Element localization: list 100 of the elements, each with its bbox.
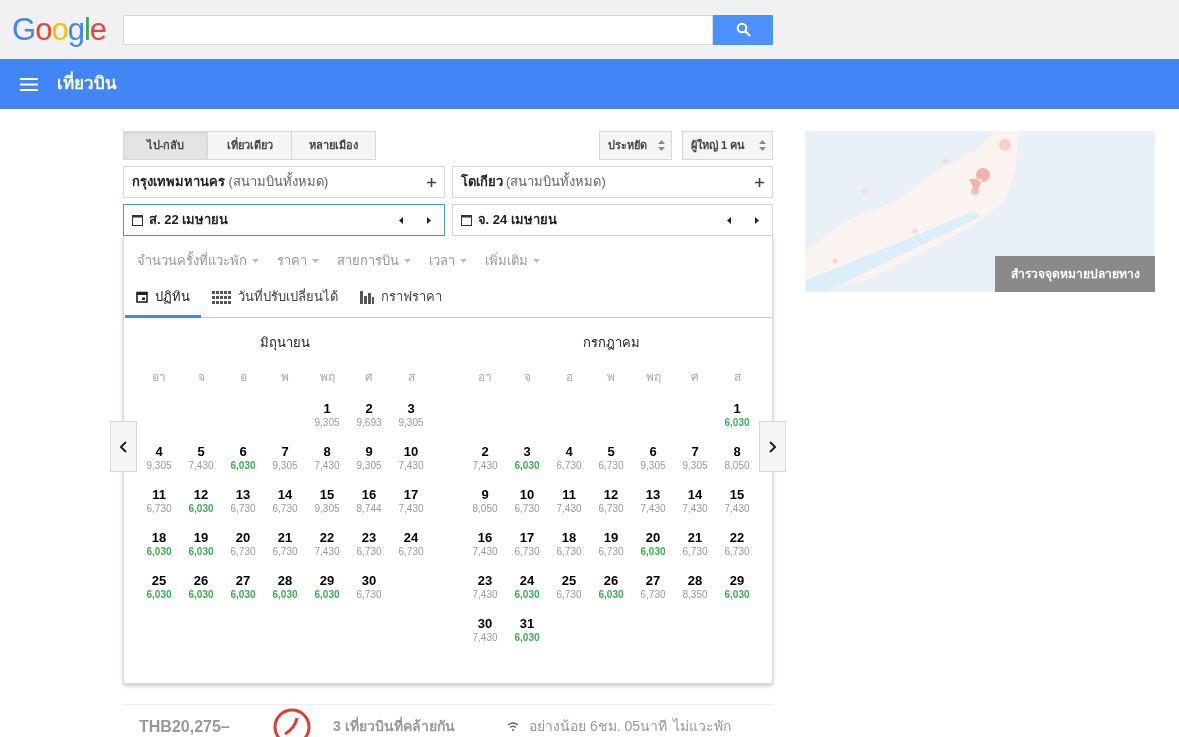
day-number[interactable]: 24 (519, 573, 535, 588)
sort-arrows-icon (658, 140, 665, 151)
day-number[interactable]: 20 (235, 530, 251, 545)
bar-chart-icon (360, 290, 374, 304)
day-number[interactable]: 31 (519, 616, 535, 631)
date-field[interactable]: จ. 24 เมษายน (451, 204, 773, 236)
day-number[interactable]: 22 (729, 530, 745, 545)
day-number[interactable]: 22 (319, 530, 335, 545)
day-number[interactable]: 29 (729, 573, 745, 588)
day-number[interactable]: 3 (407, 401, 415, 416)
view-tab[interactable]: ปฏิทิน (125, 279, 201, 318)
day-number[interactable]: 18 (561, 530, 577, 545)
day-number[interactable]: 12 (193, 487, 209, 502)
day-number[interactable]: 8 (733, 444, 741, 459)
day-number[interactable]: 17 (519, 530, 535, 545)
day-number[interactable]: 30 (477, 616, 493, 631)
day-price: 9,305 (682, 459, 708, 472)
menu-button[interactable] (20, 77, 38, 91)
day-number[interactable]: 15 (729, 487, 745, 502)
next-month-button[interactable] (759, 421, 786, 472)
day-number[interactable]: 19 (193, 530, 209, 545)
day-number[interactable]: 13 (645, 487, 661, 502)
day-number[interactable]: 19 (603, 530, 619, 545)
day-number[interactable]: 18 (151, 530, 167, 545)
day-number[interactable]: 5 (607, 444, 615, 459)
day-number[interactable]: 16 (477, 530, 493, 545)
weekday-label: พฤ (318, 370, 336, 384)
day-number[interactable]: 10 (519, 487, 535, 502)
day-number[interactable]: 21 (687, 530, 703, 545)
day-number[interactable]: 17 (403, 487, 419, 502)
day-price: 7,430 (314, 459, 340, 472)
day-number[interactable]: 24 (403, 530, 419, 545)
day-number[interactable]: 15 (319, 487, 335, 502)
cabin-select[interactable]: ประหยัด (599, 131, 672, 160)
day-number[interactable]: 28 (687, 573, 703, 588)
weekday-label: ศ (364, 370, 374, 384)
trip-type-tab[interactable]: เที่ยวเดียว (207, 131, 292, 160)
day-price: 6,030 (188, 588, 214, 601)
day-number[interactable]: 6 (239, 444, 247, 459)
day-number[interactable]: 25 (561, 573, 577, 588)
day-number[interactable]: 1 (733, 401, 741, 416)
day-number[interactable]: 14 (277, 487, 293, 502)
calendar-icon (132, 214, 143, 226)
day-number[interactable]: 6 (649, 444, 657, 459)
day-number[interactable]: 23 (477, 573, 493, 588)
chevron-left-icon (120, 440, 127, 453)
day-number[interactable]: 25 (151, 573, 167, 588)
passengers-select[interactable]: ผู้ใหญ่ 1 คน (682, 131, 773, 160)
previous-month-button[interactable] (110, 421, 137, 472)
day-number[interactable]: 11 (562, 487, 576, 502)
date-field[interactable]: ส. 22 เมษายน (123, 204, 445, 236)
day-number[interactable]: 16 (361, 487, 377, 502)
day-number[interactable]: 29 (319, 573, 335, 588)
day-price: 7,430 (398, 459, 424, 472)
day-number[interactable]: 2 (481, 444, 489, 459)
day-number[interactable]: 26 (603, 573, 619, 588)
day-number[interactable]: 12 (603, 487, 619, 502)
day-number[interactable]: 27 (645, 573, 661, 588)
day-number[interactable]: 7 (281, 444, 289, 459)
trip-type-tab[interactable]: หลายเมือง (291, 131, 376, 160)
view-tab[interactable]: กราฟราคา (349, 279, 453, 318)
day-number[interactable]: 4 (155, 444, 163, 459)
day-number[interactable]: 11 (152, 487, 166, 502)
day-number[interactable]: 5 (197, 444, 205, 459)
day-number[interactable]: 23 (361, 530, 377, 545)
left-triangle-icon (727, 216, 731, 224)
day-number[interactable]: 30 (361, 573, 377, 588)
day-number[interactable]: 10 (403, 444, 419, 459)
day-number[interactable]: 27 (235, 573, 251, 588)
day-number[interactable]: 21 (277, 530, 293, 545)
day-price: 6,730 (724, 545, 750, 558)
trip-type-tab[interactable]: ไป-กลับ (123, 131, 208, 160)
weekday-label: อ (238, 370, 248, 384)
day-number[interactable]: 20 (645, 530, 661, 545)
day-price: 9,305 (314, 416, 340, 429)
day-number[interactable]: 4 (565, 444, 573, 459)
grid-icon (212, 290, 231, 304)
day-number[interactable]: 1 (323, 401, 331, 416)
caret-icon (533, 259, 540, 263)
view-tab[interactable]: วันที่ปรับเปลี่ยนได้ (201, 279, 349, 318)
day-number[interactable]: 2 (365, 401, 373, 416)
destination-field[interactable]: โตเกียว (สนามบินทั้งหมด) (451, 166, 773, 198)
day-number[interactable]: 8 (323, 444, 331, 459)
day-price: 6,030 (230, 459, 256, 472)
day-number[interactable]: 26 (193, 573, 209, 588)
day-number[interactable]: 14 (687, 487, 703, 502)
search-button[interactable] (713, 14, 773, 45)
origin-field[interactable]: กรุงเทพมหานคร (สนามบินทั้งหมด) (123, 166, 445, 198)
day-number[interactable]: 28 (277, 573, 293, 588)
day-price: 7,430 (472, 545, 498, 558)
day-number[interactable]: 9 (481, 487, 489, 502)
caret-icon (252, 259, 259, 263)
search-field[interactable] (123, 14, 713, 45)
day-number[interactable]: 9 (365, 444, 373, 459)
airline-logo-icon (273, 707, 311, 737)
day-price: 7,430 (188, 459, 214, 472)
day-number[interactable]: 13 (235, 487, 251, 502)
day-number[interactable]: 3 (523, 444, 531, 459)
day-number[interactable]: 7 (691, 444, 699, 459)
calendar-icon (460, 214, 472, 226)
